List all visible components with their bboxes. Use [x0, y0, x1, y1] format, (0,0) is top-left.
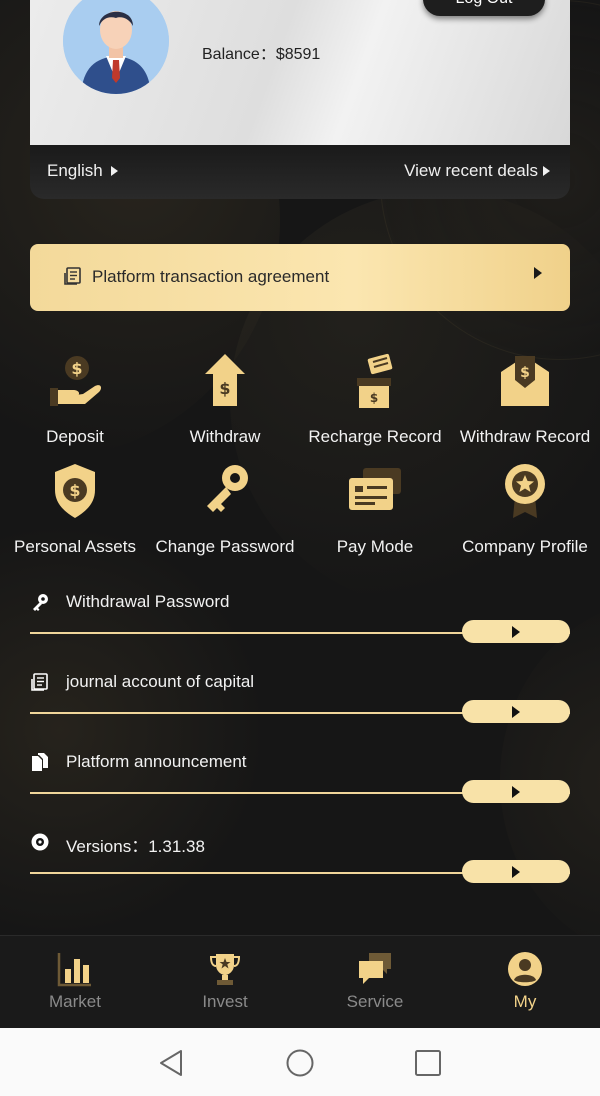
grid-item-label: Change Password [155, 537, 295, 556]
grid-item-label: Recharge Record [308, 427, 442, 446]
chat-icon [359, 953, 391, 984]
svg-text:$: $ [219, 379, 230, 398]
grid-item-pay-mode[interactable]: Pay Mode [300, 455, 450, 565]
language-selector[interactable]: English [47, 161, 118, 181]
grid-item-withdraw[interactable]: $ Withdraw [150, 345, 300, 455]
withdraw-record-icon: $ [501, 356, 549, 406]
profile-card: Balance：$8591 Log Out [30, 0, 570, 145]
platform-agreement-banner[interactable]: Platform transaction agreement [30, 244, 570, 311]
view-recent-deals-link[interactable]: View recent deals [404, 161, 550, 181]
key-icon [207, 465, 248, 512]
chevron-right-icon [512, 626, 520, 638]
bar-chart-icon [57, 953, 91, 987]
language-label: English [47, 161, 103, 180]
recents-icon[interactable] [413, 1048, 443, 1078]
row-arrow-button[interactable] [462, 620, 570, 643]
company-profile-icon [505, 464, 545, 518]
recent-deals-label: View recent deals [404, 161, 538, 180]
row-arrow-button[interactable] [462, 780, 570, 803]
grid-item-label: Company Profile [462, 537, 588, 556]
tab-my[interactable]: My [450, 936, 600, 1029]
list-item-label: journal account of capital [66, 672, 255, 691]
user-icon [508, 952, 542, 986]
bottom-tab-bar: Market Invest Service My [0, 935, 600, 1028]
grid-item-withdraw-record[interactable]: $ Withdraw Record [450, 345, 600, 455]
document-icon [64, 267, 81, 285]
list-item-journal-account[interactable]: journal account of capital [30, 660, 570, 730]
list-item-label: Platform announcement [66, 752, 247, 771]
disc-icon [31, 833, 49, 851]
tab-label: Market [49, 992, 101, 1011]
tab-market[interactable]: Market [0, 936, 150, 1029]
personal-assets-icon: $ [55, 464, 95, 518]
grid-item-label: Pay Mode [336, 537, 414, 556]
chevron-right-icon [534, 267, 542, 279]
pay-mode-icon [349, 468, 401, 510]
tab-label: Service [346, 992, 404, 1011]
list-item-versions[interactable]: Versions：1.31.38 [30, 820, 570, 890]
trophy-icon [209, 954, 241, 985]
grid-item-label: Personal Assets [14, 537, 136, 556]
logout-button[interactable]: Log Out [423, 0, 545, 16]
list-item-label: Versions：1.31.38 [66, 837, 205, 856]
svg-text:$: $ [370, 391, 378, 405]
grid-item-label: Deposit [46, 427, 104, 446]
chevron-right-icon [512, 786, 520, 798]
balance-text: Balance：$8591 [202, 46, 321, 63]
row-arrow-button[interactable] [462, 700, 570, 723]
list-item-withdrawal-password[interactable]: Withdrawal Password [30, 580, 570, 650]
row-arrow-button[interactable] [462, 860, 570, 883]
document-icon [32, 753, 48, 771]
tab-service[interactable]: Service [300, 936, 450, 1029]
system-navigation-bar [0, 1028, 600, 1096]
journal-icon [31, 673, 48, 691]
chevron-right-icon [110, 166, 118, 176]
list-item-platform-announcement[interactable]: Platform announcement [30, 740, 570, 810]
grid-item-change-password[interactable]: Change Password [150, 455, 300, 565]
grid-item-company-profile[interactable]: Company Profile [450, 455, 600, 565]
tab-invest[interactable]: Invest [150, 936, 300, 1029]
svg-text:$: $ [71, 359, 82, 378]
grid-item-personal-assets[interactable]: $ Personal Assets [0, 455, 150, 565]
svg-text:$: $ [69, 481, 80, 500]
chevron-right-icon [512, 706, 520, 718]
home-icon[interactable] [285, 1048, 315, 1078]
chevron-right-icon [543, 166, 550, 176]
list-item-label: Withdrawal Password [66, 592, 230, 611]
grid-item-label: Withdraw Record [459, 427, 591, 446]
grid-item-label: Withdraw [189, 427, 261, 446]
grid-item-recharge-record[interactable]: $ Recharge Record [300, 345, 450, 455]
recharge-record-icon: $ [357, 353, 393, 408]
chevron-right-icon [512, 866, 520, 878]
deposit-icon: $ [50, 356, 102, 406]
avatar [63, 0, 169, 94]
profile-bar: English View recent deals [30, 145, 570, 199]
withdraw-icon: $ [205, 354, 245, 406]
tab-label: My [513, 992, 537, 1011]
svg-text:$: $ [520, 365, 530, 381]
agreement-label: Platform transaction agreement [92, 267, 330, 286]
grid-item-deposit[interactable]: $ Deposit [0, 345, 150, 455]
key-icon [33, 594, 48, 611]
tab-label: Invest [202, 992, 248, 1011]
back-icon[interactable] [157, 1048, 187, 1078]
